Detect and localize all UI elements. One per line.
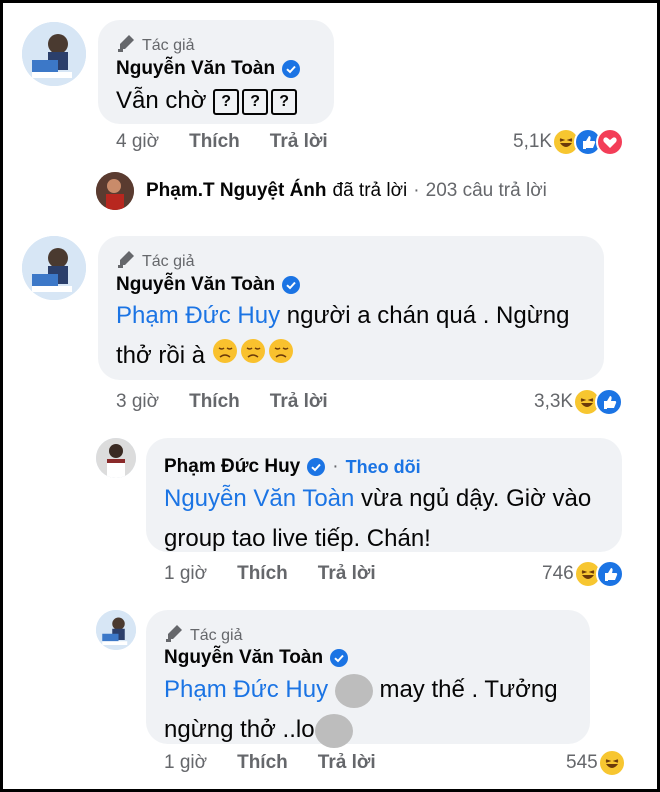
microphone-icon [116,33,136,58]
like-icon [595,388,624,416]
reply-button[interactable]: Trả lời [270,391,328,413]
comment-time[interactable]: 4 giờ [116,131,159,153]
author-badge-label: Tác giả [142,252,195,270]
microphone-icon [164,623,184,648]
comment-actions: 1 giờ Thích Trả lời [164,752,376,774]
comment-text-body: thở rồi à [116,342,206,369]
disappointed-face-icon [212,337,294,377]
author-badge: Tác giả [116,33,194,58]
comment-text-body: người a chán quá . Ngừng [286,302,570,329]
comment-text-body: group tao live tiếp. Chán! [164,525,431,552]
replies-summary[interactable]: Phạm.T Nguyệt Ánh đã trả lời · 203 câu t… [146,180,547,202]
haha-icon [597,749,626,777]
like-button[interactable]: Thích [189,131,240,153]
reply-button[interactable]: Trả lời [318,752,376,774]
verified-badge-icon [307,458,326,476]
mention-link[interactable]: Phạm Đức Huy [116,302,280,329]
comment-text-body: Vẫn chờ [116,87,207,114]
comment-author-name[interactable]: Nguyễn Văn Toàn [116,58,301,80]
comment-text: Nguyễn Văn Toàn vừa ngủ dậy. Giờ vào gro… [164,479,614,559]
verified-badge-icon [282,276,301,294]
comment-text-body: may thế . Tưởng [379,676,558,703]
avatar-pham-t-nguyet-anh[interactable] [96,172,134,210]
separator-dot: · [332,456,339,477]
author-badge: Tác giả [116,249,194,274]
reaction-count[interactable]: 545 [566,752,598,774]
comment-author-name[interactable]: Nguyễn Văn Toàn [116,274,301,296]
mention-link[interactable]: Nguyễn Văn Toàn [164,485,354,512]
unknown-glyph-box: ? [242,88,269,115]
emoji-placeholder-icon [334,673,373,708]
comment-actions: 4 giờ Thích Trả lời [116,131,328,153]
like-button[interactable]: Thích [237,563,288,585]
comment-actions: 3 giờ Thích Trả lời [116,391,328,413]
comment-author-name[interactable]: Nguyễn Văn Toàn [164,647,349,669]
follow-button[interactable]: Theo dõi [346,457,421,478]
reply-button[interactable]: Trả lời [270,131,328,153]
comment-time[interactable]: 1 giờ [164,563,207,585]
comment-text-body: ngừng thở ..lo [164,716,315,743]
comment-time[interactable]: 3 giờ [116,391,159,413]
author-name-text[interactable]: Nguyễn Văn Toàn [116,58,275,80]
like-button[interactable]: Thích [189,391,240,413]
avatar-nguyen-van-toan[interactable] [22,22,86,86]
separator-dot: · [413,180,420,201]
reply-count[interactable]: 203 câu trả lời [426,180,547,202]
comment-text: Phạm Đức Huy người a chán quá . Ngừng th… [116,296,596,377]
reactions-summary[interactable]: 545 [566,749,626,777]
microphone-icon [116,249,136,274]
reply-author-name[interactable]: Phạm.T Nguyệt Ánh [146,180,327,202]
comment-text: Phạm Đức Huy may thế . Tưởng ngừng thở .… [164,670,584,750]
like-button[interactable]: Thích [237,752,288,774]
unknown-glyph-box: ? [213,88,240,115]
love-icon [596,128,625,156]
reaction-count[interactable]: 3,3K [534,391,573,413]
author-badge-label: Tác giả [142,36,195,54]
avatar-pham-duc-huy[interactable] [96,438,136,478]
author-badge: Tác giả [164,623,242,648]
verified-badge-icon [282,60,301,78]
comment-time[interactable]: 1 giờ [164,752,207,774]
verified-badge-icon [330,649,349,667]
comment-actions: 1 giờ Thích Trả lời [164,563,376,585]
avatar-nguyen-van-toan[interactable] [22,236,86,300]
like-icon [595,560,624,588]
reaction-count[interactable]: 746 [542,563,574,585]
avatar-nguyen-van-toan[interactable] [96,610,136,650]
author-name-text[interactable]: Phạm Đức Huy [164,456,300,478]
comment-author-name[interactable]: Phạm Đức Huy · Theo dõi [164,456,421,478]
reactions-summary[interactable]: 3,3K [534,388,624,416]
author-name-text[interactable]: Nguyễn Văn Toàn [164,647,323,669]
author-name-text[interactable]: Nguyễn Văn Toàn [116,274,275,296]
reply-summary-text: đã trả lời [332,180,408,201]
comment-text-body: vừa ngủ dậy. Giờ vào [361,485,592,512]
reply-button[interactable]: Trả lời [318,563,376,585]
unknown-glyph-box: ? [271,88,298,115]
comment-text: Vẫn chờ ??? [116,81,300,121]
emoji-placeholder-icon [314,713,353,748]
author-badge-label: Tác giả [190,626,243,644]
reactions-summary[interactable]: 746 [542,560,624,588]
reaction-count[interactable]: 5,1K [513,131,552,153]
reactions-summary[interactable]: 5,1K [513,128,625,156]
mention-link[interactable]: Phạm Đức Huy [164,676,328,703]
